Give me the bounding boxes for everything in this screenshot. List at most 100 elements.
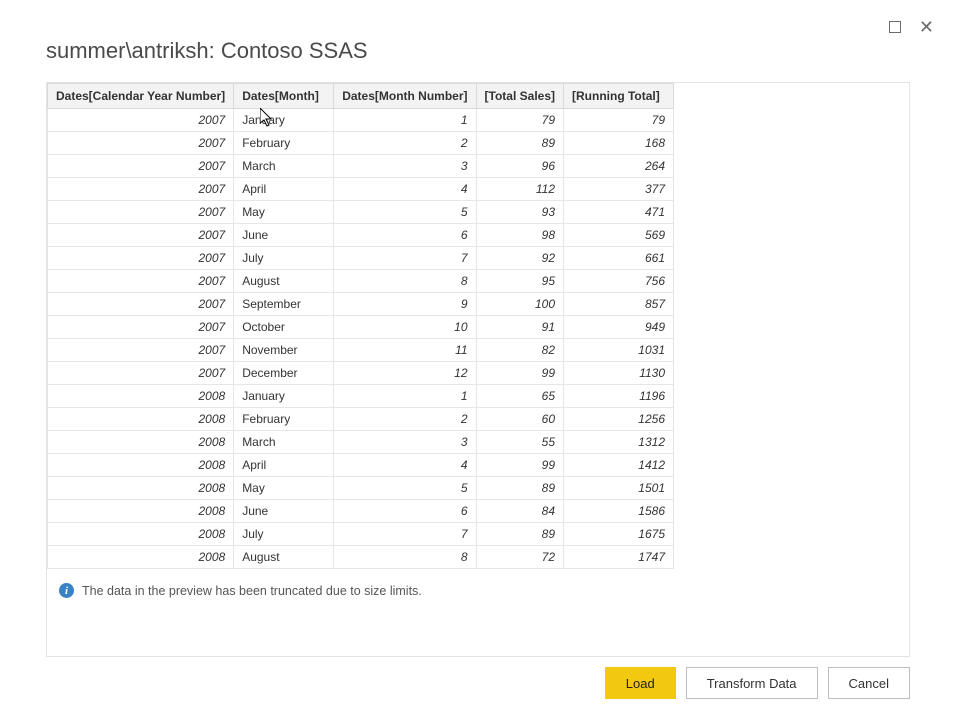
- table-row[interactable]: 2008August8721747: [48, 546, 674, 569]
- col-header-monthnum[interactable]: Dates[Month Number]: [334, 84, 476, 109]
- cell-month[interactable]: April: [234, 178, 334, 201]
- cell-year[interactable]: 2007: [48, 270, 234, 293]
- cell-year[interactable]: 2008: [48, 454, 234, 477]
- cell-monthnum[interactable]: 3: [334, 431, 476, 454]
- cell-total[interactable]: 112: [476, 178, 563, 201]
- table-row[interactable]: 2008June6841586: [48, 500, 674, 523]
- table-row[interactable]: 2007January17979: [48, 109, 674, 132]
- cell-monthnum[interactable]: 7: [334, 247, 476, 270]
- cell-monthnum[interactable]: 6: [334, 500, 476, 523]
- cell-total[interactable]: 82: [476, 339, 563, 362]
- col-header-month[interactable]: Dates[Month]: [234, 84, 334, 109]
- cell-running[interactable]: 168: [564, 132, 674, 155]
- cell-year[interactable]: 2008: [48, 431, 234, 454]
- cell-monthnum[interactable]: 8: [334, 270, 476, 293]
- table-row[interactable]: 2007October1091949: [48, 316, 674, 339]
- cell-monthnum[interactable]: 5: [334, 201, 476, 224]
- cell-year[interactable]: 2007: [48, 247, 234, 270]
- cell-year[interactable]: 2008: [48, 385, 234, 408]
- cell-month[interactable]: December: [234, 362, 334, 385]
- cell-year[interactable]: 2007: [48, 201, 234, 224]
- cell-monthnum[interactable]: 6: [334, 224, 476, 247]
- table-row[interactable]: 2007February289168: [48, 132, 674, 155]
- cell-running[interactable]: 857: [564, 293, 674, 316]
- cell-running[interactable]: 1256: [564, 408, 674, 431]
- table-row[interactable]: 2007March396264: [48, 155, 674, 178]
- cell-monthnum[interactable]: 12: [334, 362, 476, 385]
- cell-monthnum[interactable]: 10: [334, 316, 476, 339]
- maximize-icon[interactable]: [889, 21, 901, 33]
- cell-running[interactable]: 1501: [564, 477, 674, 500]
- cell-year[interactable]: 2008: [48, 546, 234, 569]
- cell-running[interactable]: 1196: [564, 385, 674, 408]
- cell-year[interactable]: 2008: [48, 523, 234, 546]
- cell-total[interactable]: 93: [476, 201, 563, 224]
- cell-year[interactable]: 2008: [48, 477, 234, 500]
- cell-year[interactable]: 2007: [48, 132, 234, 155]
- cell-monthnum[interactable]: 1: [334, 385, 476, 408]
- cell-month[interactable]: October: [234, 316, 334, 339]
- cell-monthnum[interactable]: 1: [334, 109, 476, 132]
- cell-monthnum[interactable]: 4: [334, 178, 476, 201]
- table-row[interactable]: 2007July792661: [48, 247, 674, 270]
- cell-year[interactable]: 2007: [48, 293, 234, 316]
- cell-month[interactable]: June: [234, 500, 334, 523]
- cell-monthnum[interactable]: 11: [334, 339, 476, 362]
- table-row[interactable]: 2007June698569: [48, 224, 674, 247]
- transform-data-button[interactable]: Transform Data: [686, 667, 818, 699]
- cell-year[interactable]: 2007: [48, 316, 234, 339]
- cell-total[interactable]: 72: [476, 546, 563, 569]
- cell-year[interactable]: 2007: [48, 362, 234, 385]
- cell-month[interactable]: February: [234, 132, 334, 155]
- cell-total[interactable]: 89: [476, 477, 563, 500]
- cell-running[interactable]: 79: [564, 109, 674, 132]
- table-row[interactable]: 2008January1651196: [48, 385, 674, 408]
- cell-running[interactable]: 471: [564, 201, 674, 224]
- cell-monthnum[interactable]: 2: [334, 408, 476, 431]
- cancel-button[interactable]: Cancel: [828, 667, 910, 699]
- cell-month[interactable]: June: [234, 224, 334, 247]
- cell-year[interactable]: 2008: [48, 408, 234, 431]
- cell-month[interactable]: March: [234, 155, 334, 178]
- cell-total[interactable]: 95: [476, 270, 563, 293]
- cell-total[interactable]: 79: [476, 109, 563, 132]
- table-row[interactable]: 2007August895756: [48, 270, 674, 293]
- cell-total[interactable]: 65: [476, 385, 563, 408]
- table-row[interactable]: 2008April4991412: [48, 454, 674, 477]
- cell-year[interactable]: 2008: [48, 500, 234, 523]
- table-row[interactable]: 2007September9100857: [48, 293, 674, 316]
- cell-total[interactable]: 60: [476, 408, 563, 431]
- cell-total[interactable]: 55: [476, 431, 563, 454]
- table-row[interactable]: 2008February2601256: [48, 408, 674, 431]
- cell-month[interactable]: July: [234, 247, 334, 270]
- cell-monthnum[interactable]: 4: [334, 454, 476, 477]
- table-row[interactable]: 2007May593471: [48, 201, 674, 224]
- cell-month[interactable]: April: [234, 454, 334, 477]
- col-header-total[interactable]: [Total Sales]: [476, 84, 563, 109]
- col-header-year[interactable]: Dates[Calendar Year Number]: [48, 84, 234, 109]
- cell-month[interactable]: January: [234, 109, 334, 132]
- cell-running[interactable]: 264: [564, 155, 674, 178]
- cell-total[interactable]: 99: [476, 454, 563, 477]
- close-icon[interactable]: ✕: [919, 18, 934, 36]
- cell-running[interactable]: 1675: [564, 523, 674, 546]
- cell-total[interactable]: 89: [476, 132, 563, 155]
- table-row[interactable]: 2007December12991130: [48, 362, 674, 385]
- cell-month[interactable]: August: [234, 270, 334, 293]
- cell-running[interactable]: 756: [564, 270, 674, 293]
- cell-year[interactable]: 2007: [48, 178, 234, 201]
- cell-total[interactable]: 92: [476, 247, 563, 270]
- table-row[interactable]: 2008May5891501: [48, 477, 674, 500]
- cell-monthnum[interactable]: 2: [334, 132, 476, 155]
- cell-total[interactable]: 91: [476, 316, 563, 339]
- table-row[interactable]: 2008July7891675: [48, 523, 674, 546]
- cell-year[interactable]: 2007: [48, 109, 234, 132]
- cell-running[interactable]: 1312: [564, 431, 674, 454]
- cell-running[interactable]: 569: [564, 224, 674, 247]
- cell-running[interactable]: 1586: [564, 500, 674, 523]
- cell-year[interactable]: 2007: [48, 339, 234, 362]
- table-row[interactable]: 2008March3551312: [48, 431, 674, 454]
- cell-running[interactable]: 1747: [564, 546, 674, 569]
- cell-month[interactable]: May: [234, 201, 334, 224]
- table-row[interactable]: 2007April4112377: [48, 178, 674, 201]
